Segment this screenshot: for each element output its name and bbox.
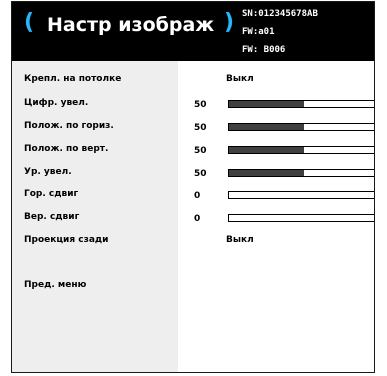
osd-menu-window: ( Настр изображ ) SN:012345678AB FW:a01 … [11, 1, 375, 373]
horizontal-position-label[interactable]: Полож. по гориз. [24, 121, 114, 131]
vertical-shift-label[interactable]: Вер. сдвиг [24, 212, 79, 222]
horizontal-shift-value: 0 [194, 191, 201, 201]
menu-title: Настр изображ [47, 14, 215, 36]
vertical-shift-value: 0 [194, 214, 201, 224]
vertical-position-slider[interactable] [228, 146, 374, 154]
zoom-level-slider[interactable] [228, 169, 374, 177]
right-paren-decoration: ) [224, 10, 235, 35]
digital-zoom-slider[interactable] [228, 100, 374, 108]
ceiling-mount-label[interactable]: Крепл. на потолке [24, 74, 121, 84]
vertical-position-value: 50 [194, 146, 207, 156]
digital-zoom-slider-fill [229, 101, 304, 107]
vertical-position-label[interactable]: Полож. по верт. [24, 144, 108, 154]
horizontal-shift-slider[interactable] [228, 191, 374, 199]
horizontal-position-slider-fill [229, 124, 304, 130]
vertical-shift-slider[interactable] [228, 214, 374, 222]
zoom-level-slider-fill [229, 170, 304, 176]
firmware-version-2: FW: B006 [242, 45, 286, 55]
left-paren-decoration: ( [24, 10, 35, 35]
horizontal-position-slider[interactable] [228, 123, 374, 131]
rear-projection-label[interactable]: Проекция сзади [24, 235, 108, 245]
vertical-position-slider-fill [229, 147, 304, 153]
zoom-level-value: 50 [194, 169, 207, 179]
previous-menu-item[interactable]: Пред. меню [24, 280, 86, 290]
zoom-level-label[interactable]: Ур. увел. [24, 167, 72, 177]
horizontal-position-value: 50 [194, 123, 207, 133]
firmware-version-1: FW:a01 [242, 27, 275, 37]
ceiling-mount-value[interactable]: Выкл [226, 74, 254, 84]
digital-zoom-label[interactable]: Цифр. увел. [24, 98, 88, 108]
serial-number: SN:012345678AB [242, 9, 318, 19]
horizontal-shift-label[interactable]: Гор. сдвиг [24, 189, 78, 199]
menu-header: ( Настр изображ ) SN:012345678AB FW:a01 … [12, 2, 374, 61]
rear-projection-value[interactable]: Выкл [226, 235, 254, 245]
digital-zoom-value: 50 [194, 100, 207, 110]
